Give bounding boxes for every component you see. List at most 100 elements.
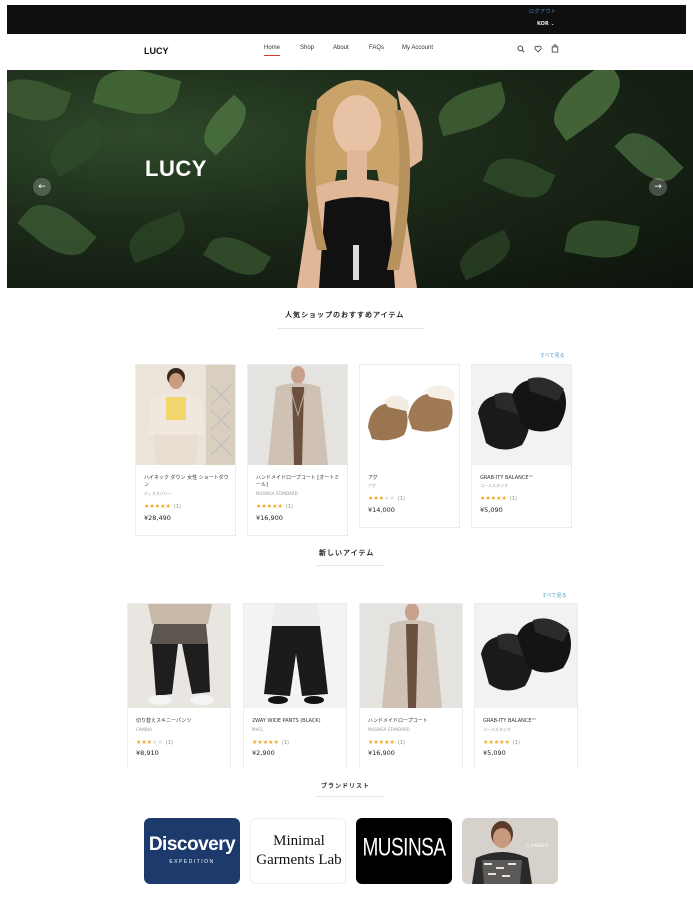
product-card[interactable]: GRAB-ITY BALANCE™ ゴールスタジオ ★★★★★ (1) ¥5,09… bbox=[474, 603, 578, 769]
section-title-new: 新しいアイテム bbox=[319, 549, 375, 557]
foliage bbox=[17, 192, 97, 268]
foliage bbox=[482, 148, 556, 208]
product-card[interactable]: アグ アグ ★★★★★ (1) ¥14,000 bbox=[359, 364, 460, 528]
section-divider bbox=[316, 565, 384, 566]
nav-my-account[interactable]: My Account bbox=[402, 45, 433, 51]
product-image[interactable] bbox=[475, 604, 577, 708]
rating-stars: ★★★★★ (1) bbox=[256, 503, 293, 510]
rating-stars: ★★★★★ (1) bbox=[368, 739, 405, 746]
product-card[interactable]: ハンドメイドロープコート MUSINSA STANDARD ★★★★★ (1) ¥… bbox=[359, 603, 463, 769]
site-logo[interactable]: LUCY bbox=[144, 46, 169, 56]
brand-photo bbox=[462, 818, 558, 884]
foliage bbox=[542, 70, 632, 142]
logout-link[interactable]: ログアウト bbox=[529, 8, 557, 15]
brand-logo-musinsa[interactable]: MUSINSA bbox=[356, 818, 452, 884]
product-brand: MHCL bbox=[252, 727, 264, 732]
product-image[interactable] bbox=[248, 365, 347, 465]
nav-faqs[interactable]: FAQs bbox=[369, 45, 384, 51]
product-name[interactable]: GRAB-ITY BALANCE™ bbox=[480, 475, 566, 482]
foliage bbox=[194, 94, 256, 156]
carousel-next-button[interactable]: → bbox=[649, 178, 667, 196]
product-price: ¥2,900 bbox=[252, 749, 275, 757]
product-card[interactable]: ハンドメイドロープコート [オートミール] MUSINSA STANDARD ★… bbox=[247, 364, 348, 536]
rating-stars: ★★★★★ (1) bbox=[144, 503, 181, 510]
product-brand: アグ bbox=[368, 483, 376, 488]
see-all-popular-link[interactable]: すべて見る bbox=[540, 352, 564, 359]
product-price: ¥5,090 bbox=[480, 506, 503, 514]
brand-name: MUSINSA bbox=[362, 834, 446, 862]
brand-sub: EXPEDITION bbox=[169, 859, 215, 865]
model-photo bbox=[297, 80, 423, 288]
review-count: (1) bbox=[509, 496, 517, 502]
foliage bbox=[7, 70, 72, 131]
heart-icon[interactable] bbox=[534, 45, 542, 53]
product-price: ¥14,000 bbox=[368, 506, 395, 514]
product-image[interactable] bbox=[128, 604, 230, 708]
product-name[interactable]: ハンドメイドロープコート [オートミール] bbox=[256, 475, 342, 489]
hero-banner: LUCY ← → bbox=[7, 70, 693, 288]
review-count: (1) bbox=[512, 740, 520, 746]
review-count: (1) bbox=[281, 740, 289, 746]
foliage bbox=[42, 117, 112, 177]
brand-logo-minimal[interactable]: Minimal Garments Lab bbox=[250, 818, 346, 884]
foliage bbox=[122, 210, 192, 264]
product-name[interactable]: 切り替えスキニーパンツ bbox=[136, 718, 222, 725]
site-header: LUCY Home Shop About FAQs My Account bbox=[7, 34, 686, 70]
product-brand: CAMBIO bbox=[136, 727, 153, 732]
review-count: (1) bbox=[165, 740, 174, 746]
product-brand: ゴールスタジオ bbox=[483, 727, 511, 732]
product-price: ¥16,900 bbox=[256, 514, 283, 522]
product-image[interactable] bbox=[360, 365, 459, 465]
product-brand: ゴールスタジオ bbox=[480, 483, 508, 488]
foliage bbox=[564, 214, 640, 264]
section-title-popular: 人気ショップのおすすめアイテム bbox=[285, 311, 405, 319]
rating-stars: ★★★★★ (1) bbox=[480, 495, 517, 502]
product-image[interactable] bbox=[360, 604, 462, 708]
brand-logo-discovery[interactable]: Discovery EXPEDITION bbox=[144, 818, 240, 884]
hero-title: LUCY bbox=[145, 156, 207, 181]
section-title-brands: ブランドリスト bbox=[321, 783, 371, 790]
rating-stars: ★★★★★ (1) bbox=[483, 739, 520, 746]
product-name[interactable]: ハイネック ダウン 女性 ショートダウン bbox=[144, 475, 230, 489]
nav-shop[interactable]: Shop bbox=[300, 45, 314, 51]
product-image[interactable] bbox=[244, 604, 346, 708]
foliage bbox=[453, 229, 517, 281]
foliage bbox=[614, 122, 684, 192]
product-card[interactable]: 切り替えスキニーパンツ CAMBIO ★★★★★ (1) ¥8,910 bbox=[127, 603, 231, 769]
nav-about[interactable]: About bbox=[333, 45, 349, 51]
product-image[interactable] bbox=[136, 365, 235, 465]
product-name[interactable]: 2WAY WIDE PANTS (BLACK) bbox=[252, 718, 338, 725]
product-name[interactable]: GRAB-ITY BALANCE™ bbox=[483, 718, 569, 725]
product-image[interactable] bbox=[472, 365, 571, 465]
see-all-new-link[interactable]: すべて見る bbox=[542, 592, 566, 599]
product-brand: MUSINSA STANDARD bbox=[256, 491, 298, 496]
rating-stars: ★★★★★ (1) bbox=[136, 739, 174, 746]
nav-home[interactable]: Home bbox=[264, 45, 281, 56]
brand-name: Discovery bbox=[148, 834, 236, 855]
search-icon[interactable] bbox=[517, 45, 525, 53]
carousel-prev-button[interactable]: ← bbox=[33, 178, 51, 196]
product-name[interactable]: ハンドメイドロープコート bbox=[368, 718, 454, 725]
product-card[interactable]: ハイネック ダウン 女性 ショートダウン ディスカバリー ★★★★★ (1) ¥2… bbox=[135, 364, 236, 536]
rating-stars: ★★★★★ (1) bbox=[252, 739, 289, 746]
brand-sub: Garments Lab bbox=[256, 852, 342, 868]
product-card[interactable]: GRAB-ITY BALANCE™ ゴールスタジオ ★★★★★ (1) ¥5,09… bbox=[471, 364, 572, 528]
bag-icon[interactable] bbox=[551, 44, 559, 53]
product-price: ¥8,910 bbox=[136, 749, 159, 757]
review-count: (1) bbox=[173, 504, 181, 510]
rating-stars: ★★★★★ (1) bbox=[368, 495, 406, 502]
currency-selector[interactable]: KOR ⌄ bbox=[537, 21, 555, 27]
brand-logo-cambio[interactable]: CAMBIO bbox=[462, 818, 558, 884]
product-price: ¥5,090 bbox=[483, 749, 506, 757]
product-name[interactable]: アグ bbox=[368, 475, 454, 482]
product-price: ¥28,490 bbox=[144, 514, 171, 522]
product-brand: MUSINSA STANDARD bbox=[368, 727, 410, 732]
section-divider bbox=[278, 328, 424, 329]
review-count: (1) bbox=[397, 496, 406, 502]
product-card[interactable]: 2WAY WIDE PANTS (BLACK) MHCL ★★★★★ (1) ¥2… bbox=[243, 603, 347, 769]
product-price: ¥16,900 bbox=[368, 749, 395, 757]
foliage bbox=[92, 70, 182, 124]
brand-name: CAMBIO bbox=[526, 844, 550, 849]
section-divider bbox=[316, 796, 384, 797]
review-count: (1) bbox=[285, 504, 293, 510]
